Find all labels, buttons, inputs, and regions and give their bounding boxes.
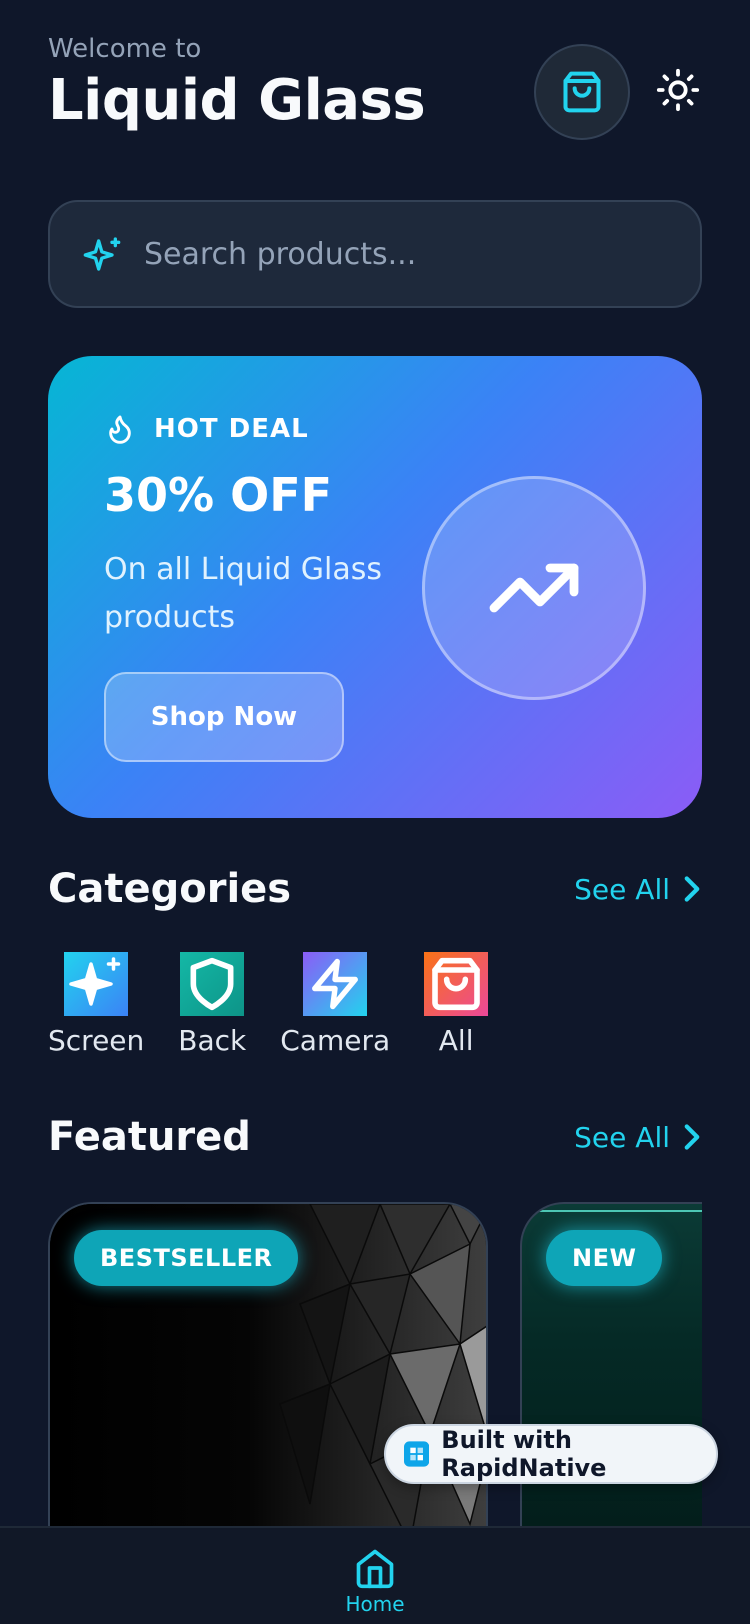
promo-subtitle: On all Liquid Glass products (104, 552, 382, 635)
promo-title: 30% OFF (104, 468, 333, 522)
category-all[interactable]: All (424, 952, 489, 1057)
featured-product-card[interactable]: BESTSELLER (48, 1202, 488, 1542)
shop-now-button[interactable]: Shop Now (104, 672, 344, 762)
featured-product-card[interactable]: NEW (520, 1202, 702, 1542)
new-badge: NEW (546, 1230, 663, 1286)
categories-see-all-link[interactable]: See All (574, 873, 702, 906)
search-input[interactable] (144, 236, 664, 272)
bottom-tab-bar: Home (0, 1526, 750, 1624)
featured-see-all-link[interactable]: See All (574, 1121, 702, 1154)
built-with-label: Built with RapidNative (441, 1426, 607, 1482)
category-back[interactable]: Back (178, 952, 246, 1057)
category-label: Back (178, 1024, 247, 1057)
sparkles-icon (83, 237, 121, 271)
flame-icon (109, 415, 131, 444)
app-title: Liquid Glass (48, 68, 426, 133)
sparkles-icon (64, 952, 129, 1016)
featured-header: Featured See All (48, 1114, 702, 1160)
promo-banner[interactable]: HOT DEAL 30% OFF On all Liquid Glass pro… (48, 356, 702, 818)
category-screen[interactable]: Screen (48, 952, 144, 1057)
sun-icon (656, 68, 700, 112)
shield-icon (180, 952, 245, 1016)
category-list: Screen Back Camera All (48, 952, 522, 1057)
theme-toggle-button[interactable] (652, 64, 704, 116)
category-label: Camera (280, 1024, 391, 1057)
bestseller-badge: BESTSELLER (74, 1230, 299, 1286)
trending-up-icon (489, 563, 579, 613)
see-all-label: See All (574, 872, 670, 906)
featured-title: Featured (48, 1114, 251, 1160)
shopping-bag-icon (563, 71, 601, 113)
card-highlight (536, 1210, 702, 1212)
tab-home[interactable]: Home (345, 1546, 405, 1624)
welcome-text: Welcome to (48, 34, 202, 64)
built-with-badge[interactable]: Built with RapidNative (384, 1424, 718, 1484)
zap-icon (303, 952, 368, 1016)
cart-button[interactable] (534, 44, 630, 140)
category-label: All (438, 1024, 474, 1057)
promo-tag-label: HOT DEAL (154, 414, 309, 444)
chevron-right-icon (684, 1124, 700, 1150)
header: Welcome to Liquid Glass (48, 34, 426, 133)
shopping-bag-icon (424, 952, 489, 1016)
home-icon (356, 1549, 394, 1589)
see-all-label: See All (574, 1120, 670, 1154)
promo-tag: HOT DEAL (104, 412, 309, 446)
categories-header: Categories See All (48, 866, 702, 912)
categories-title: Categories (48, 866, 292, 912)
trend-badge (422, 476, 646, 700)
chevron-right-icon (684, 876, 700, 902)
category-label: Screen (48, 1024, 145, 1057)
category-camera[interactable]: Camera (280, 952, 390, 1057)
tab-home-label: Home (345, 1592, 405, 1616)
rapidnative-logo-icon (404, 1441, 430, 1467)
search-bar[interactable] (48, 200, 702, 308)
